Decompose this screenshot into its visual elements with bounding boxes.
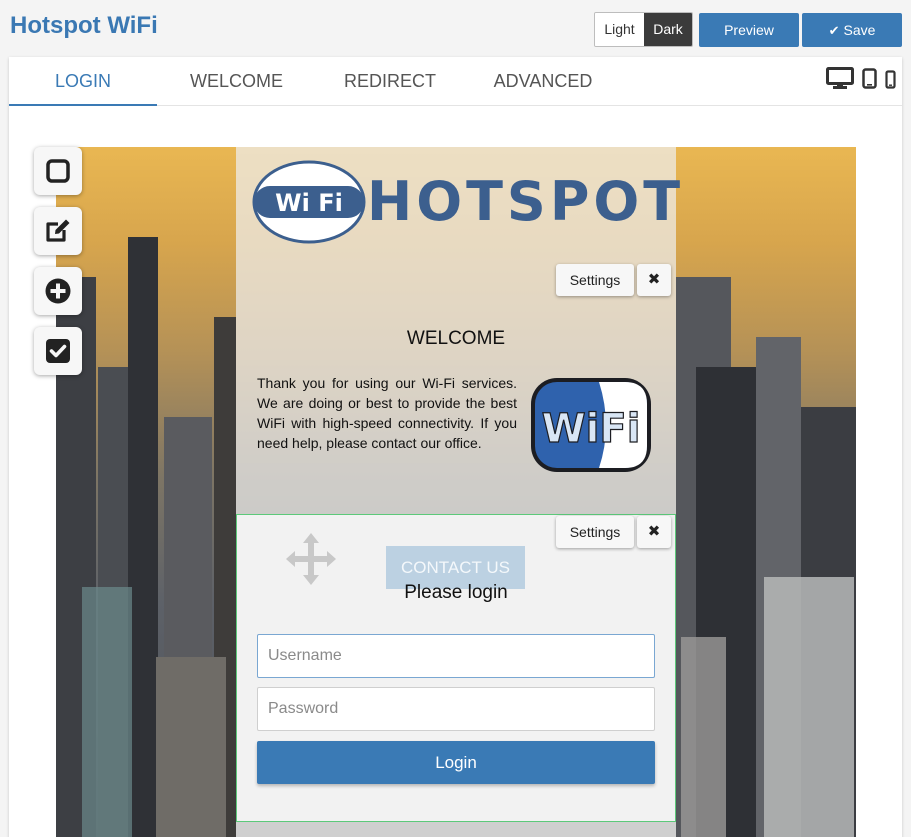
tab-bar: LOGIN WELCOME REDIRECT ADVANCED xyxy=(9,57,902,106)
tablet-icon[interactable] xyxy=(862,68,877,89)
wifi-badge-text: Wi Fi xyxy=(275,189,343,217)
square-icon xyxy=(46,159,70,183)
login-button[interactable]: Login xyxy=(257,741,655,784)
hotspot-wordmark: HOTSPOT xyxy=(367,170,685,233)
move-handle-icon[interactable] xyxy=(286,533,336,585)
tab-advanced[interactable]: ADVANCED xyxy=(477,57,609,106)
wifi-badge-logo: Wi Fi xyxy=(252,160,366,244)
tab-login[interactable]: LOGIN xyxy=(9,57,157,106)
wifi-image: WiFi xyxy=(531,378,651,472)
login-close-button[interactable]: ✖ xyxy=(637,516,671,548)
tab-redirect[interactable]: REDIRECT xyxy=(325,57,455,106)
device-switcher xyxy=(826,67,896,89)
edit-icon xyxy=(46,219,70,242)
theme-light-button[interactable]: Light xyxy=(595,13,644,46)
theme-toggle: Light Dark xyxy=(594,12,693,47)
app-title: Hotspot WiFi xyxy=(10,12,158,39)
add-tool-button[interactable] xyxy=(34,267,82,315)
checkbox-tool-button[interactable] xyxy=(34,327,82,375)
wifi-image-text: WiFi xyxy=(542,406,641,452)
login-settings-button[interactable]: Settings xyxy=(556,516,634,548)
welcome-settings-button[interactable]: Settings xyxy=(556,264,634,296)
panel-footer-strip xyxy=(236,822,676,837)
check-icon: ✔ xyxy=(828,23,840,38)
preview-canvas xyxy=(56,147,856,837)
save-button-label: Save xyxy=(843,22,876,38)
theme-dark-button[interactable]: Dark xyxy=(644,13,692,46)
welcome-text: Thank you for using our Wi-Fi services. … xyxy=(257,375,517,451)
tab-welcome[interactable]: WELCOME xyxy=(169,57,304,106)
save-button[interactable]: ✔ Save xyxy=(802,13,902,47)
preview-button[interactable]: Preview xyxy=(699,13,799,47)
username-input[interactable] xyxy=(257,634,655,678)
desktop-icon[interactable] xyxy=(826,67,854,89)
mobile-icon[interactable] xyxy=(885,70,896,89)
password-input[interactable] xyxy=(257,687,655,731)
login-title: Please login xyxy=(404,582,508,603)
welcome-title: WELCOME xyxy=(406,328,506,349)
square-tool-button[interactable] xyxy=(34,147,82,195)
edit-tool-button[interactable] xyxy=(34,207,82,255)
checkbox-icon xyxy=(46,339,70,363)
add-circle-icon xyxy=(45,278,71,304)
welcome-close-button[interactable]: ✖ xyxy=(637,264,671,296)
